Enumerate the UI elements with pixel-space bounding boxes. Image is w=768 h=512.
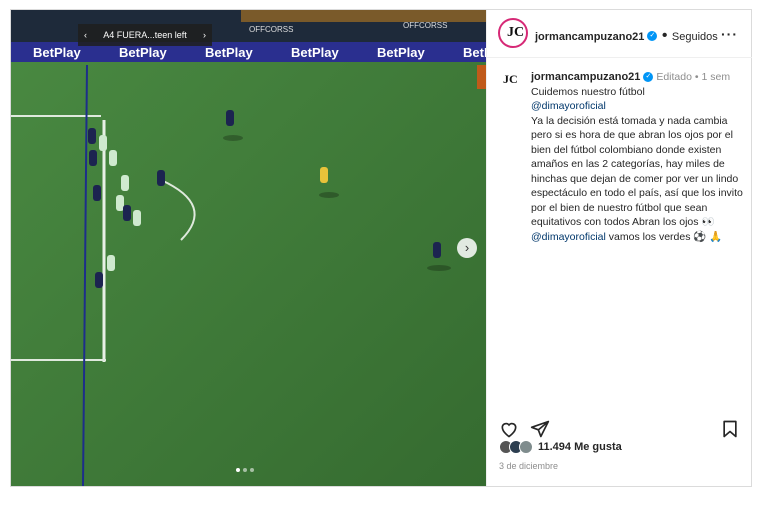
football-pitch-image: BetPlay BetPlay BetPlay BetPlay BetPlay …: [11, 10, 486, 486]
stadium-board-2: OFFCORSS: [403, 21, 447, 30]
caption-username[interactable]: jormancampuzano21: [531, 71, 640, 83]
carousel-dot: [250, 468, 254, 472]
chevron-left-icon[interactable]: ‹: [84, 30, 87, 40]
post-date[interactable]: 3 de diciembre: [499, 461, 558, 471]
post-side-panel: JC jormancampuzano21 ✓ • Seguidos ··· JC …: [486, 10, 752, 486]
instagram-post-modal: BetPlay BetPlay BetPlay BetPlay BetPlay …: [10, 9, 752, 487]
verified-badge-icon: ✓: [643, 72, 654, 83]
more-options-icon[interactable]: ···: [721, 26, 738, 42]
post-caption: jormancampuzano21 ✓ Editado • 1 sem Cuide…: [531, 71, 743, 243]
post-actions: [487, 413, 752, 443]
carousel-indicator: [236, 468, 254, 472]
heart-icon[interactable]: [499, 419, 519, 439]
caption-tail: vamos los verdes ⚽ 🙏: [608, 230, 723, 243]
author-avatar[interactable]: JC: [498, 18, 528, 48]
edited-label: Editado: [656, 71, 692, 83]
bookmark-icon[interactable]: [720, 419, 740, 439]
chevron-right-icon[interactable]: ›: [203, 30, 206, 40]
ad-board-5: BetPlay: [377, 45, 425, 60]
post-media[interactable]: BetPlay BetPlay BetPlay BetPlay BetPlay …: [11, 10, 486, 486]
likes-count[interactable]: 11.494 Me gusta: [538, 441, 622, 453]
author-username[interactable]: jormancampuzano21: [535, 31, 644, 43]
caption-body: Ya la decisión está tomada y nada cambia…: [531, 114, 743, 229]
carousel-next-button[interactable]: ›: [457, 238, 477, 258]
stadium-board: OFFCORSS: [249, 25, 293, 34]
ad-board-1: BetPlay: [33, 45, 81, 60]
mention-link[interactable]: @dimayoroficial: [531, 231, 606, 243]
post-time[interactable]: 1 sem: [701, 71, 730, 83]
caption-author-avatar[interactable]: JC: [498, 68, 524, 94]
following-button[interactable]: Seguidos: [672, 31, 718, 43]
verified-badge-icon: ✓: [647, 30, 658, 41]
var-replay-bar: ‹ A4 FUERA...teen left ›: [78, 24, 212, 46]
ad-board-3: BetPlay: [205, 45, 253, 60]
jc-logo-icon: JC: [507, 25, 525, 40]
jc-logo-icon: JC: [503, 72, 518, 86]
mention-link[interactable]: @dimayoroficial: [531, 100, 606, 112]
ad-board-6: BetPlay: [463, 45, 486, 60]
var-replay-label: A4 FUERA...teen left: [103, 30, 187, 40]
caption-line: Cuidemos nuestro fútbol: [531, 85, 645, 98]
carousel-dot-active: [236, 468, 240, 472]
likes-row[interactable]: 11.494 Me gusta: [499, 440, 622, 454]
ad-board-2: BetPlay: [119, 45, 167, 60]
ad-board-4: BetPlay: [291, 45, 339, 60]
liker-avatar: [519, 440, 533, 454]
share-icon[interactable]: [530, 419, 550, 439]
post-header: JC jormancampuzano21 ✓ • Seguidos ···: [487, 10, 752, 58]
carousel-dot: [243, 468, 247, 472]
